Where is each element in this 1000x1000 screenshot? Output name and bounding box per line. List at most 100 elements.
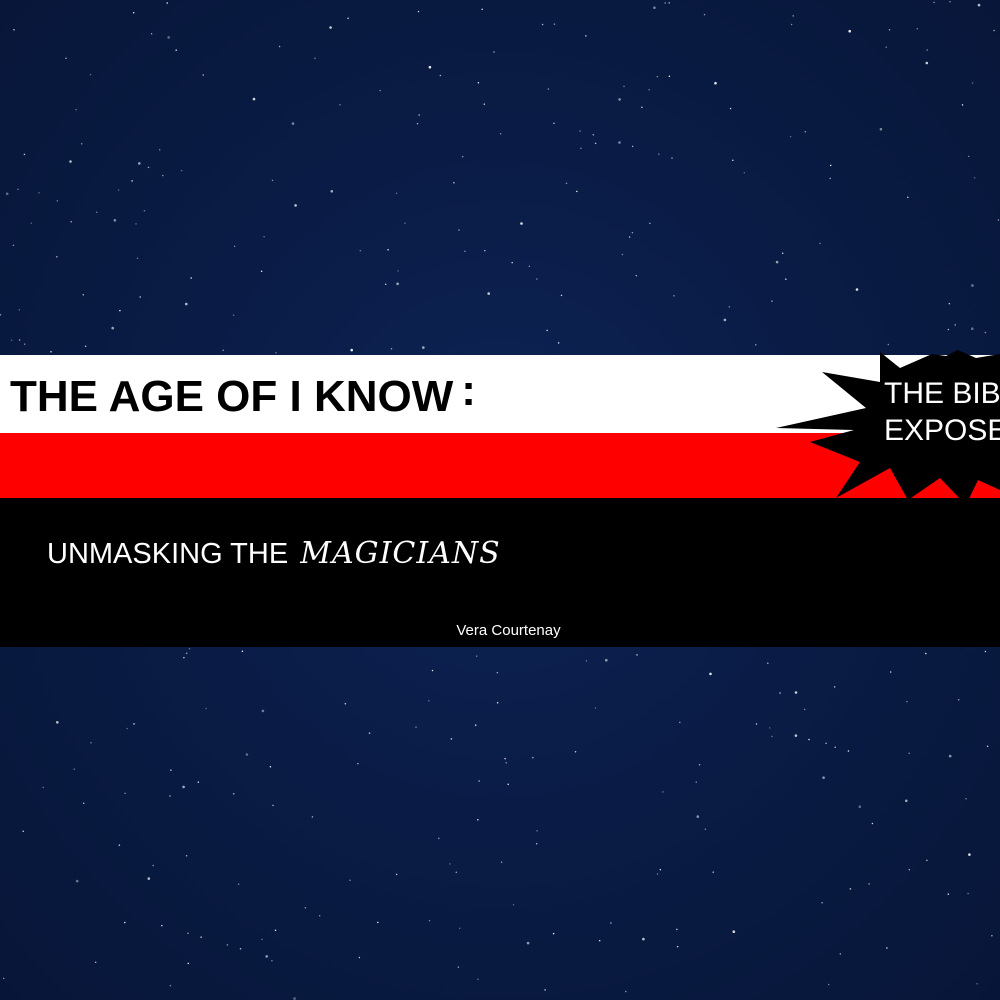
star-dot [245, 753, 249, 756]
star-dot [239, 947, 242, 950]
star-dot [396, 282, 399, 286]
star-dot [618, 141, 621, 144]
star-dot [729, 107, 732, 110]
star-dot [499, 132, 502, 135]
star-dot [56, 256, 58, 258]
star-dot [947, 893, 950, 895]
star-dot [947, 328, 950, 331]
star-dot [350, 348, 354, 352]
star-dot [656, 873, 659, 875]
star-dot [547, 88, 550, 90]
star-dot [94, 961, 97, 964]
star-dot [781, 252, 784, 255]
star-dot [187, 962, 190, 965]
star-dot [395, 192, 398, 195]
slide-title-colon: : [461, 366, 476, 415]
star-dot [696, 815, 700, 818]
star-dot [161, 924, 163, 927]
star-dot [628, 236, 631, 238]
star-dot [771, 300, 773, 302]
star-dot [695, 781, 698, 783]
star-dot [635, 274, 638, 277]
star-dot [330, 190, 334, 193]
star-dot [926, 859, 928, 862]
star-dot [511, 261, 513, 264]
star-dot [304, 906, 307, 909]
star-dot [785, 278, 787, 280]
star-dot [18, 339, 21, 341]
star-dot [135, 223, 137, 225]
star-dot [576, 190, 578, 193]
star-dot [553, 23, 556, 25]
star-dot [885, 46, 887, 48]
star-dot [117, 189, 120, 191]
star-dot [933, 1, 935, 4]
star-dot [712, 871, 714, 873]
star-dot [790, 23, 793, 26]
star-dot [709, 672, 712, 676]
star-dot [152, 864, 154, 867]
star-dot [80, 143, 83, 145]
star-dot [504, 757, 506, 760]
star-dot [428, 919, 431, 922]
slide-title: THE AGE OF I KNOW: [10, 366, 476, 423]
star-dot [886, 947, 888, 949]
star-dot [574, 751, 577, 753]
star-dot [653, 6, 656, 9]
star-dot [743, 171, 746, 174]
star-dot [185, 302, 188, 306]
star-dot [339, 104, 341, 106]
star-dot [82, 293, 85, 296]
star-dot [131, 180, 133, 182]
star-dot [233, 245, 236, 248]
star-dot [147, 166, 150, 169]
star-dot [997, 219, 1000, 221]
star-dot [56, 721, 59, 724]
star-dot [260, 270, 263, 273]
star-dot [541, 23, 544, 26]
star-dot [907, 196, 909, 199]
star-dot [794, 734, 798, 737]
star-dot [269, 765, 272, 768]
star-dot [732, 930, 736, 933]
star-dot [415, 726, 417, 728]
star-dot [318, 915, 321, 917]
star-dot [95, 211, 98, 214]
star-dot [458, 229, 460, 231]
star-dot [592, 134, 595, 136]
star-dot [552, 932, 555, 935]
star-dot [625, 990, 627, 993]
star-dot [182, 785, 185, 789]
star-dot [908, 868, 911, 871]
star-dot [477, 82, 480, 84]
star-dot [804, 131, 807, 133]
star-dot [768, 727, 771, 729]
star-dot [12, 244, 15, 247]
star-dot [158, 149, 161, 151]
star-dot [126, 727, 128, 730]
star-dot [226, 944, 229, 946]
star-dot [439, 74, 442, 77]
star-dot [610, 922, 612, 924]
star-dot [848, 29, 851, 33]
star-dot [986, 745, 989, 747]
star-dot [344, 702, 347, 705]
star-dot [113, 219, 117, 222]
star-dot [349, 879, 351, 882]
star-dot [821, 902, 823, 904]
star-dot [605, 658, 608, 662]
star-dot [703, 13, 706, 16]
star-dot [641, 106, 643, 109]
star-dot [954, 324, 956, 326]
star-dot [819, 242, 821, 245]
star-dot [265, 955, 269, 958]
star-dot [395, 873, 398, 876]
star-dot [560, 294, 563, 297]
star-dot [580, 147, 582, 149]
star-dot [10, 339, 13, 341]
star-dot [17, 188, 19, 190]
star-dot [871, 822, 874, 825]
starburst-caption: THE BIB EXPOSE [884, 375, 1000, 449]
star-dot [477, 978, 479, 981]
star-dot [671, 157, 673, 159]
